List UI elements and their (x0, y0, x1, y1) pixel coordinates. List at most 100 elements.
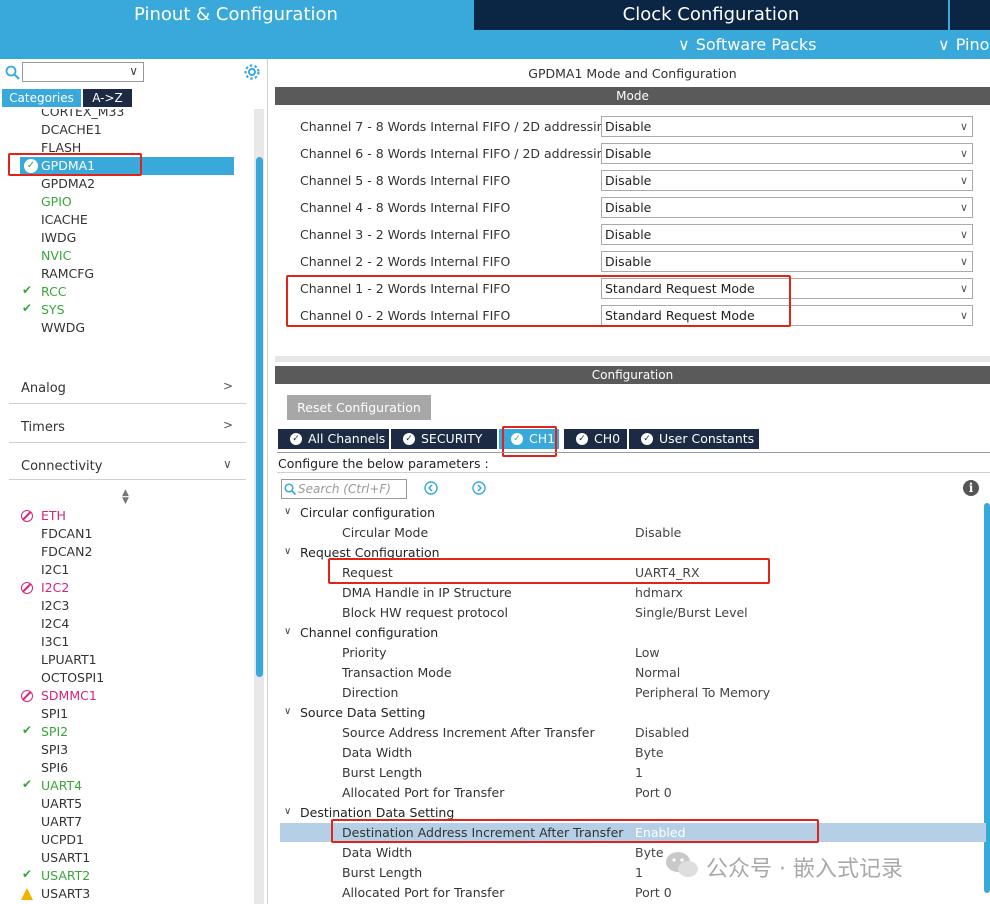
param-value[interactable]: Peripheral To Memory (635, 685, 770, 700)
group-destination-data-setting[interactable]: Destination Data Setting (300, 805, 454, 820)
tab-extra[interactable] (950, 0, 990, 30)
list-item[interactable]: USART2 (41, 867, 90, 885)
list-item[interactable]: FDCAN1 (41, 525, 92, 543)
param-value[interactable]: Low (635, 645, 660, 660)
check-circle-icon: ✓ (403, 433, 415, 445)
list-item[interactable]: UART7 (41, 813, 82, 831)
list-item[interactable]: I2C3 (41, 597, 69, 615)
list-item[interactable]: ICACHE (41, 211, 88, 229)
param-value[interactable]: Port 0 (635, 885, 672, 900)
info-icon[interactable]: i (963, 480, 979, 496)
list-item[interactable]: RCC (41, 283, 67, 301)
list-item[interactable]: WWDG (41, 319, 85, 337)
sort-icon[interactable]: ▲ ▼ (122, 489, 129, 506)
mode-select-ch3[interactable]: Disable ∨ (601, 224, 973, 245)
param-value[interactable]: Disable (635, 525, 681, 540)
list-item[interactable]: UART4 (41, 777, 82, 795)
splitter[interactable] (275, 356, 990, 362)
param-value[interactable]: Byte (635, 845, 664, 860)
list-item[interactable]: SPI1 (41, 705, 68, 723)
chevron-down-icon[interactable]: ∨ (284, 546, 291, 557)
category-connectivity[interactable]: Connectivity (21, 459, 102, 474)
list-item[interactable]: GPIO (41, 193, 72, 211)
list-item[interactable]: SDMMC1 (41, 687, 97, 705)
group-channel-configuration[interactable]: Channel configuration (300, 625, 438, 640)
chevron-down-icon[interactable]: ∨ (284, 806, 291, 817)
tab-categories[interactable]: Categories (2, 89, 81, 107)
tab-security[interactable]: ✓ SECURITY (391, 429, 497, 449)
tab-clock-configuration[interactable]: Clock Configuration (474, 0, 948, 30)
mode-select-ch5[interactable]: Disable ∨ (601, 170, 973, 191)
chevron-down-icon[interactable]: ∨ (284, 506, 291, 517)
mode-select-ch6[interactable]: Disable ∨ (601, 143, 973, 164)
tab-pinout-configuration[interactable]: Pinout & Configuration (0, 0, 472, 30)
list-item[interactable]: CORTEX_M33 (41, 109, 124, 121)
reset-configuration-button[interactable]: Reset Configuration (287, 395, 431, 420)
watermark-text: 公众号 · 嵌入式记录 (706, 857, 903, 882)
list-item[interactable]: UCPD1 (41, 831, 84, 849)
param-value[interactable]: Port 0 (635, 785, 672, 800)
check-icon: ✔ (22, 723, 33, 737)
mode-select-ch4[interactable]: Disable ∨ (601, 197, 973, 218)
list-item[interactable]: UART5 (41, 795, 82, 813)
search-icon[interactable] (5, 65, 20, 80)
param-name: Priority (342, 645, 387, 660)
list-item[interactable]: SPI6 (41, 759, 68, 777)
list-item[interactable]: RAMCFG (41, 265, 94, 283)
list-item[interactable]: DCACHE1 (41, 121, 102, 139)
param-value[interactable]: 1 (635, 865, 643, 880)
list-item[interactable]: I2C2 (41, 579, 69, 597)
category-timers[interactable]: Timers (21, 420, 65, 435)
list-item[interactable]: SPI2 (41, 723, 68, 741)
param-search-input[interactable]: Search (Ctrl+F) (281, 479, 407, 499)
list-item[interactable]: ETH (41, 507, 66, 525)
divider (9, 442, 246, 443)
mode-select-ch7[interactable]: Disable ∨ (601, 116, 973, 137)
param-value[interactable]: Normal (635, 665, 680, 680)
chevron-down-icon[interactable]: ∨ (284, 626, 291, 637)
group-circular-configuration[interactable]: Circular configuration (300, 505, 435, 520)
list-item[interactable]: OCTOSPI1 (41, 669, 104, 687)
chevron-right-icon[interactable]: > (223, 379, 233, 393)
search-dropdown[interactable]: ∨ (22, 62, 144, 82)
chevron-down-icon[interactable]: ∨ (284, 706, 291, 717)
gear-icon[interactable] (243, 63, 261, 81)
list-item[interactable]: NVIC (41, 247, 71, 265)
param-value[interactable]: Disabled (635, 725, 689, 740)
list-item[interactable]: USART3 (41, 885, 90, 903)
chevron-down-icon: ∨ (959, 255, 968, 268)
list-item[interactable]: LPUART1 (41, 651, 97, 669)
next-icon[interactable] (472, 481, 486, 495)
param-value[interactable]: Single/Burst Level (635, 605, 748, 620)
list-item[interactable]: IWDG (41, 229, 76, 247)
category-analog[interactable]: Analog (21, 381, 66, 396)
chevron-down-icon[interactable]: ∨ (223, 457, 232, 471)
tab-a-to-z[interactable]: A->Z (83, 89, 132, 107)
list-item[interactable]: FDCAN2 (41, 543, 92, 561)
list-item[interactable]: I2C1 (41, 561, 69, 579)
mode-select-value: Disable (605, 173, 652, 188)
list-item[interactable]: I3C1 (41, 633, 69, 651)
chevron-right-icon[interactable]: > (223, 418, 233, 432)
list-item[interactable]: GPDMA2 (41, 175, 95, 193)
list-item[interactable]: SPI3 (41, 741, 68, 759)
param-value[interactable]: 1 (635, 765, 643, 780)
scrollbar-thumb[interactable] (256, 157, 263, 677)
tab-ch0[interactable]: ✓ CH0 (564, 429, 627, 449)
software-packs-menu[interactable]: ∨ Software Packs (678, 34, 816, 56)
mode-select-value: Disable (605, 119, 652, 134)
param-value[interactable]: Byte (635, 745, 664, 760)
list-item[interactable]: I2C4 (41, 615, 69, 633)
previous-icon[interactable] (424, 481, 438, 495)
list-item[interactable]: USART1 (41, 849, 90, 867)
tab-user-constants[interactable]: ✓ User Constants (629, 429, 759, 449)
chevron-down-icon: ∨ (959, 120, 968, 133)
mode-select-ch2[interactable]: Disable ∨ (601, 251, 973, 272)
pinout-menu[interactable]: ∨ Pino (938, 34, 989, 56)
param-value[interactable]: hdmarx (635, 585, 683, 600)
group-source-data-setting[interactable]: Source Data Setting (300, 705, 425, 720)
list-item[interactable]: SYS (41, 301, 65, 319)
check-icon: ✔ (22, 301, 33, 315)
tab-all-channels[interactable]: ✓ All Channels (278, 429, 389, 449)
tab-label: SECURITY (421, 431, 483, 446)
